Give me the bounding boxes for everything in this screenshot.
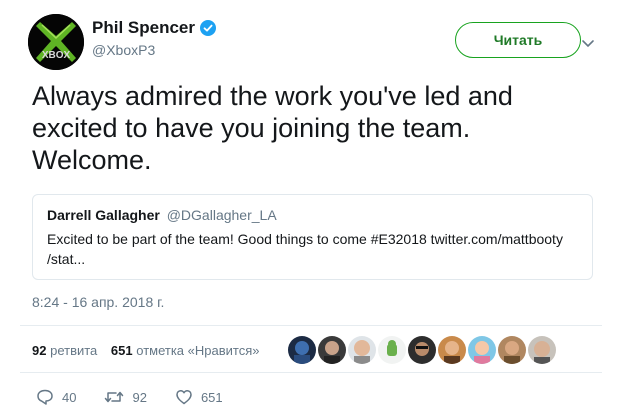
retweet-button[interactable]: 92 xyxy=(104,388,147,406)
quoted-tweet[interactable]: Darrell Gallagher @DGallagher_LA Excited… xyxy=(32,194,593,280)
quote-text: Excited to be part of the team! Good thi… xyxy=(47,231,563,267)
tweet-text: Always admired the work you've led and e… xyxy=(32,81,513,175)
liker-avatar[interactable] xyxy=(468,336,496,364)
liker-avatar[interactable] xyxy=(498,336,526,364)
like-button[interactable]: 651 xyxy=(175,388,223,406)
quote-author-handle: @DGallagher_LA xyxy=(166,207,277,223)
engagement-stats: 92 ретвита 651 отметка «Нравится» xyxy=(32,343,269,358)
divider xyxy=(20,372,602,373)
chevron-down-icon[interactable] xyxy=(581,36,595,48)
follow-button[interactable]: Читать xyxy=(455,22,581,58)
author-handle[interactable]: @XboxP3 xyxy=(92,42,216,58)
reply-button[interactable]: 40 xyxy=(36,388,76,406)
svg-text:XBOX: XBOX xyxy=(42,50,71,61)
reply-count: 40 xyxy=(62,389,77,405)
retweet-count: 92 xyxy=(132,389,147,405)
author-avatar[interactable]: XBOX xyxy=(28,14,84,70)
like-count: 651 xyxy=(200,389,223,405)
quote-author-name: Darrell Gallagher xyxy=(47,207,160,223)
retweet-icon xyxy=(104,388,124,406)
liker-avatar[interactable] xyxy=(288,336,316,364)
liker-avatar[interactable] xyxy=(408,336,436,364)
liker-avatar[interactable] xyxy=(528,336,556,364)
divider xyxy=(20,325,602,326)
liker-avatar[interactable] xyxy=(438,336,466,364)
xbox-logo-icon: XBOX xyxy=(28,14,84,70)
liker-avatar[interactable] xyxy=(318,336,346,364)
author-display-name[interactable]: Phil Spencer xyxy=(92,18,195,38)
verified-badge-icon xyxy=(199,20,216,36)
retweets-stat[interactable]: 92 ретвита xyxy=(32,343,97,358)
tweet-header: XBOX Phil Spencer @XboxP3 Читать xyxy=(28,14,608,74)
reply-icon xyxy=(36,388,54,406)
liker-avatar[interactable] xyxy=(378,336,406,364)
author-name-block: Phil Spencer @XboxP3 xyxy=(92,18,216,58)
likes-stat[interactable]: 651 отметка «Нравится» xyxy=(111,343,260,358)
heart-icon xyxy=(175,388,193,406)
tweet-actions: 40 92 651 xyxy=(36,388,251,406)
liker-avatar[interactable] xyxy=(348,336,376,364)
tweet-timestamp[interactable]: 8:24 - 16 апр. 2018 г. xyxy=(32,294,164,310)
liked-by-avatars xyxy=(288,336,558,364)
